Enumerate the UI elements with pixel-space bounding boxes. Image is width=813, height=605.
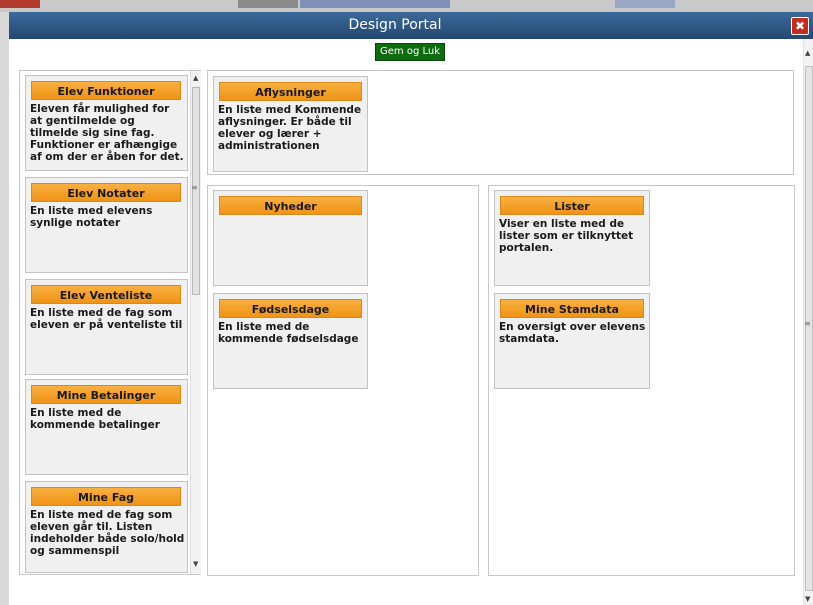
widget-card-nyheder[interactable]: Nyheder bbox=[213, 190, 368, 286]
design-portal-dialog: Design Portal ✖ Gem og Luk Elev Funktion… bbox=[9, 12, 813, 605]
widget-card-header: Elev Notater bbox=[31, 183, 181, 202]
widget-card-header: Mine Fag bbox=[31, 487, 181, 506]
widget-card-elev-funktioner[interactable]: Elev Funktioner Eleven får mulighed for … bbox=[25, 75, 188, 171]
left-widget-list: Elev Funktioner Eleven får mulighed for … bbox=[19, 70, 201, 575]
widget-card-aflysninger[interactable]: Aflysninger En liste med Kommende aflysn… bbox=[213, 76, 368, 172]
background-element bbox=[300, 0, 450, 8]
save-and-close-button[interactable]: Gem og Luk bbox=[375, 43, 445, 61]
widget-card-fodselsdage[interactable]: Fødselsdage En liste med de kommende fød… bbox=[213, 293, 368, 389]
scroll-up-icon[interactable]: ▲ bbox=[193, 74, 198, 82]
widget-card-header: Mine Betalinger bbox=[31, 385, 181, 404]
widget-card-description: Viser en liste med de lister som er tilk… bbox=[499, 218, 634, 254]
widget-card-header: Elev Venteliste bbox=[31, 285, 181, 304]
background-element bbox=[615, 0, 675, 8]
scrollbar-grip-icon: ≡ bbox=[804, 319, 811, 328]
right-drop-zone: Lister Viser en liste med de lister som … bbox=[488, 185, 795, 576]
widget-card-header: Elev Funktioner bbox=[31, 81, 181, 100]
widget-card-header: Fødselsdage bbox=[219, 299, 362, 318]
widget-card-description: Eleven får mulighed for at gentilmelde o… bbox=[30, 103, 184, 163]
dialog-scrollbar[interactable]: ▲ ≡ ▼ bbox=[803, 39, 813, 605]
widget-card-description: En liste med de fag som eleven er på ven… bbox=[30, 307, 183, 331]
widget-card-description: En liste med de fag som eleven går til. … bbox=[30, 509, 185, 557]
widget-card-header: Aflysninger bbox=[219, 82, 362, 101]
dialog-titlebar[interactable]: Design Portal ✖ bbox=[9, 12, 813, 39]
widget-card-mine-fag[interactable]: Mine Fag En liste med de fag som eleven … bbox=[25, 481, 188, 573]
background-element bbox=[0, 0, 40, 8]
scrollbar-grip-icon: ≡ bbox=[191, 183, 198, 192]
widget-card-elev-venteliste[interactable]: Elev Venteliste En liste med de fag som … bbox=[25, 279, 188, 375]
widget-card-mine-stamdata[interactable]: Mine Stamdata En oversigt over elevens s… bbox=[494, 293, 650, 389]
widget-card-description: En liste med elevens synlige notater bbox=[30, 205, 153, 229]
left-list-scrollbar[interactable]: ▲ ≡ ▼ bbox=[190, 71, 201, 574]
scroll-down-icon[interactable]: ▼ bbox=[193, 560, 198, 568]
widget-card-description: En liste med Kommende aflysninger. Er bå… bbox=[218, 104, 362, 152]
widget-card-header: Mine Stamdata bbox=[500, 299, 644, 318]
background-element bbox=[238, 0, 298, 8]
widget-card-elev-notater[interactable]: Elev Notater En liste med elevens synlig… bbox=[25, 177, 188, 273]
middle-drop-zone: Nyheder Fødselsdage En liste med de komm… bbox=[207, 185, 479, 576]
close-icon[interactable]: ✖ bbox=[791, 17, 809, 35]
widget-card-description: En liste med de kommende fødselsdage bbox=[218, 321, 359, 345]
widget-card-header: Nyheder bbox=[219, 196, 362, 215]
widget-card-lister[interactable]: Lister Viser en liste med de lister som … bbox=[494, 190, 650, 286]
scroll-up-icon[interactable]: ▲ bbox=[805, 49, 810, 57]
widget-card-header: Lister bbox=[500, 196, 644, 215]
widget-card-mine-betalinger[interactable]: Mine Betalinger En liste med de kommende… bbox=[25, 379, 188, 475]
scrollbar-thumb[interactable] bbox=[805, 66, 813, 591]
top-drop-zone: Aflysninger En liste med Kommende aflysn… bbox=[207, 70, 794, 175]
scroll-down-icon[interactable]: ▼ bbox=[805, 595, 810, 603]
dialog-title: Design Portal bbox=[348, 17, 442, 33]
widget-card-description: En oversigt over elevens stamdata. bbox=[499, 321, 646, 345]
background-page-strip bbox=[0, 0, 813, 12]
widget-card-description: En liste med de kommende betalinger bbox=[30, 407, 160, 431]
